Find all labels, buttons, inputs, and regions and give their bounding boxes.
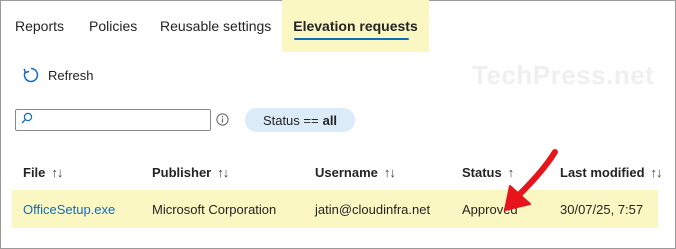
column-header-publisher[interactable]: Publisher ↑↓ xyxy=(152,165,229,180)
column-header-last-modified[interactable]: Last modified ↑↓ xyxy=(560,165,663,180)
sort-icon: ↑↓ xyxy=(217,165,229,180)
tab-label: Reusable settings xyxy=(160,18,272,34)
status-filter-pill[interactable]: Status == all xyxy=(245,108,355,132)
username-cell: jatin@cloudinfra.net xyxy=(315,202,431,217)
table-header: File ↑↓ Publisher ↑↓ Username ↑↓ Status … xyxy=(0,160,676,188)
filter-prefix: Status == xyxy=(262,112,319,128)
refresh-button[interactable]: Refresh xyxy=(22,64,94,86)
tab-reusable-settings[interactable]: Reusable settings xyxy=(160,0,271,52)
publisher-cell: Microsoft Corporation xyxy=(152,202,277,217)
sort-icon: ↑↓ xyxy=(383,165,396,180)
search-input[interactable] xyxy=(37,111,213,129)
tab-policies[interactable]: Policies xyxy=(89,0,137,52)
last-modified-cell: 30/07/25, 7:57 xyxy=(560,202,644,217)
tab-label: Elevation requests xyxy=(293,18,418,34)
active-tab-indicator xyxy=(294,38,409,40)
tab-reports[interactable]: Reports xyxy=(15,0,64,52)
refresh-label: Refresh xyxy=(48,67,94,83)
info-icon[interactable] xyxy=(216,113,229,131)
search-box[interactable] xyxy=(15,109,213,131)
column-header-username[interactable]: Username ↑↓ xyxy=(315,165,396,180)
tab-bar: Reports Policies Reusable settings Eleva… xyxy=(0,0,676,52)
search-icon xyxy=(21,111,33,129)
tab-elevation-requests[interactable]: Elevation requests xyxy=(282,0,429,52)
refresh-icon xyxy=(22,66,40,84)
watermark: TechPress.net xyxy=(472,60,655,90)
filter-value: all xyxy=(322,112,338,128)
file-link[interactable]: OfficeSetup.exe xyxy=(23,202,115,217)
sort-icon: ↑↓ xyxy=(650,165,663,180)
sort-icon: ↑↓ xyxy=(51,165,63,180)
tab-label: Reports xyxy=(15,18,65,34)
tab-label: Policies xyxy=(89,18,138,34)
annotation-arrow-icon xyxy=(504,149,558,211)
column-header-file[interactable]: File ↑↓ xyxy=(23,165,63,180)
